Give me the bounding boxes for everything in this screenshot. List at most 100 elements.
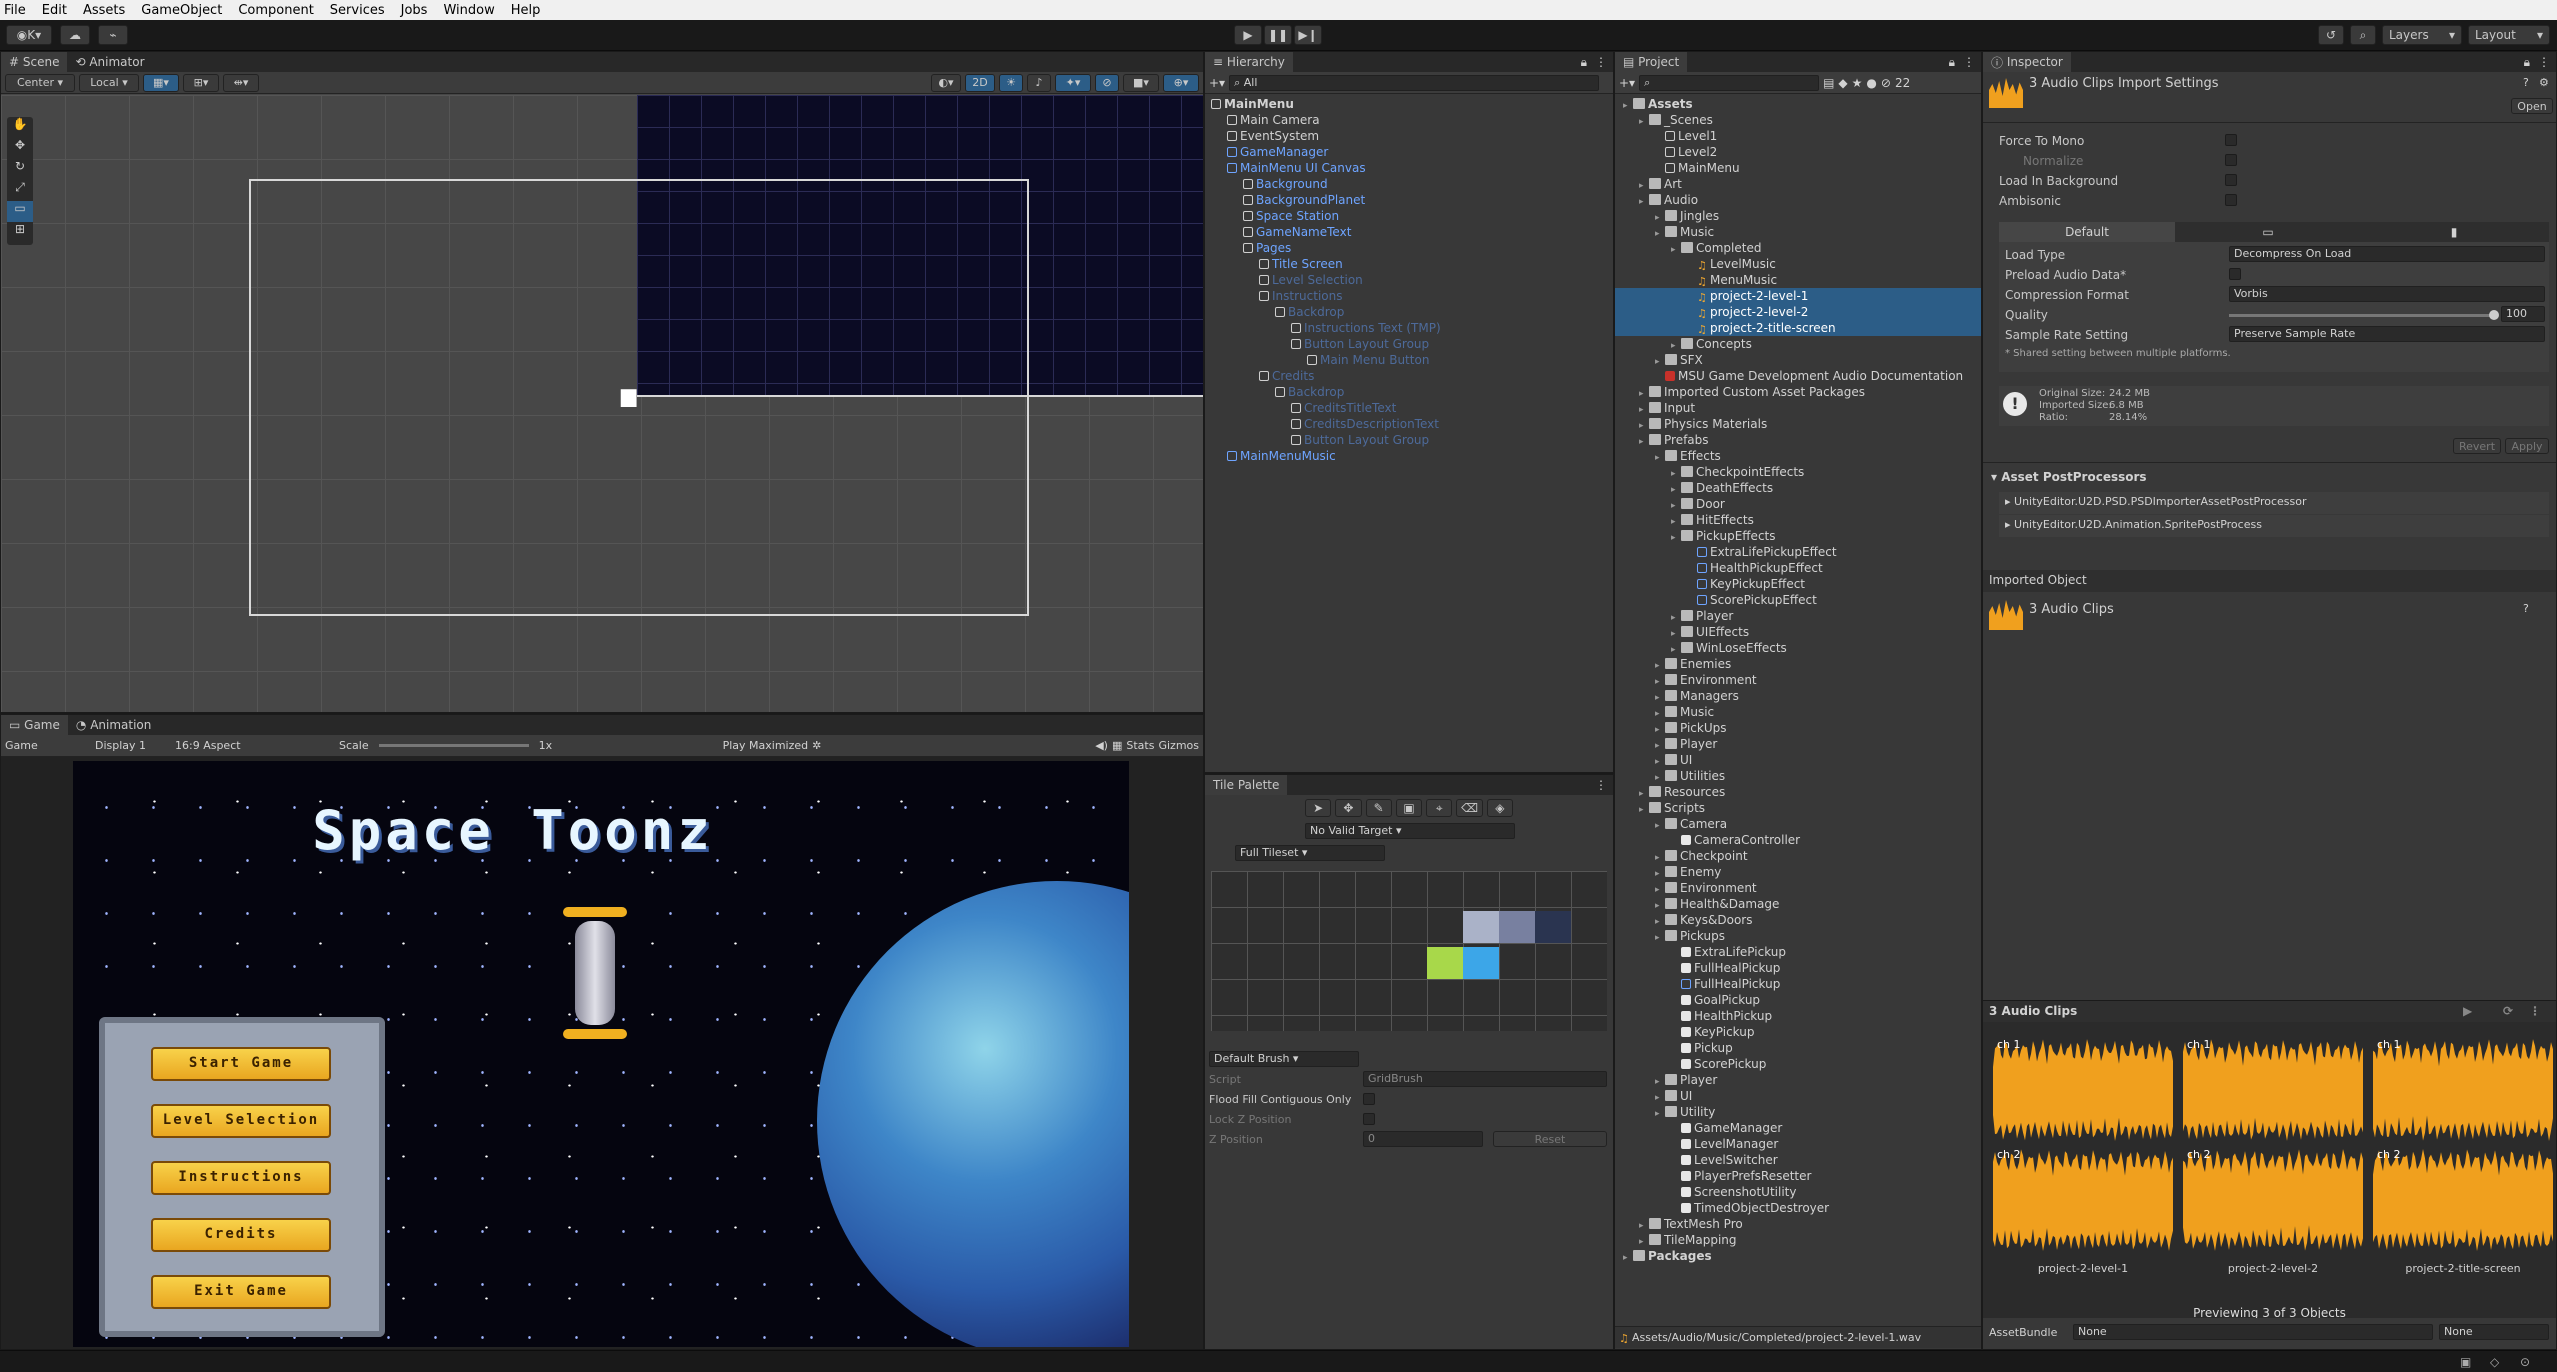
pause-button[interactable]: ❚❚ [1264,25,1292,45]
settings-icon[interactable]: ⚙ [2539,76,2549,89]
bug-icon[interactable]: ✲ [812,739,821,752]
project-item[interactable]: ▸ Art [1615,176,1981,192]
project-item[interactable]: GameManager [1615,1120,1981,1136]
hierarchy-item[interactable]: EventSystem [1227,128,1319,144]
tileset-dropdown[interactable]: Full Tileset ▾ [1235,845,1385,861]
quality-slider-thumb[interactable] [2489,310,2499,320]
menu-services[interactable]: Services [330,3,385,18]
normalize-checkbox[interactable] [2225,154,2237,166]
project-item[interactable]: ▸ Managers [1615,688,1981,704]
menu-help[interactable]: Help [511,3,541,18]
search-icon[interactable]: ⌕ [2350,25,2376,45]
project-item[interactable]: KeyPickupEffect [1615,576,1981,592]
project-item[interactable]: FullHealPickup [1615,960,1981,976]
picker-tool-icon[interactable]: ⌖ [1426,799,1453,817]
layers-dropdown[interactable]: Layers ▾ [2382,25,2462,45]
android-icon[interactable]: ▮ [2361,222,2547,242]
hierarchy-item[interactable]: Backdrop [1275,304,1344,320]
tab-tile-palette[interactable]: Tile Palette [1205,775,1288,795]
info-icon[interactable]: ● [1866,76,1876,90]
start-game-button[interactable]: Start Game [151,1047,331,1081]
hierarchy-item[interactable]: Pages [1243,240,1291,256]
project-item[interactable]: ▸ Concepts [1615,336,1981,352]
postprocessor-item[interactable]: ▸ UnityEditor.U2D.Animation.SpritePostPr… [1999,515,2549,537]
rect-tool-icon[interactable]: ▭ [7,201,33,222]
cloud-icon[interactable]: ☁ [60,25,90,45]
menu-file[interactable]: File [4,3,26,18]
variant-dropdown[interactable]: None [2439,1324,2549,1340]
tab-default-platform[interactable]: Default [1999,222,2175,242]
project-item[interactable]: ScorePickup [1615,1056,1981,1072]
scale-tool-icon[interactable]: ⤢ [7,180,33,201]
project-item[interactable]: ▸ Pickups [1615,928,1981,944]
project-item[interactable]: ScreenshotUtility [1615,1184,1981,1200]
toggle-2d-button[interactable]: 2D [965,73,995,92]
monitor-icon[interactable]: ▭ [2175,222,2361,242]
move-tool-icon[interactable]: ✥ [1335,799,1362,817]
more-menu-icon[interactable]: ⋮ [2529,1004,2541,1018]
quality-slider[interactable] [2229,310,2499,320]
project-item[interactable]: ▸ SFX [1615,352,1981,368]
hierarchy-item[interactable]: MainMenu [1211,96,1294,112]
audio-icon[interactable]: ♪ [1027,73,1051,92]
project-item[interactable]: PlayerPrefsResetter [1615,1168,1981,1184]
level-selection-button[interactable]: Level Selection [151,1104,331,1138]
project-item[interactable]: LevelManager [1615,1136,1981,1152]
hidden-icon[interactable]: ⊘ [1095,73,1119,92]
project-item[interactable]: ▸ Imported Custom Asset Packages [1615,384,1981,400]
lock-icon[interactable]: 🔒︎ [1581,55,1587,70]
project-item[interactable]: CameraController [1615,832,1981,848]
hierarchy-item[interactable]: Title Screen [1259,256,1343,272]
project-item[interactable]: ▸ Prefabs [1615,432,1981,448]
hierarchy-item[interactable]: Backdrop [1275,384,1344,400]
filter-label-icon[interactable]: ◆ [1838,76,1847,90]
tile-cell[interactable] [1535,911,1571,943]
project-item[interactable]: Level2 [1615,144,1981,160]
apply-button[interactable]: Apply [2505,438,2549,454]
open-button[interactable]: Open [2511,98,2553,114]
stats-icon[interactable]: ▦ [1112,739,1122,752]
load-in-background-checkbox[interactable] [2225,174,2237,186]
network-icon[interactable]: ◇ [2490,1355,2499,1369]
project-item[interactable]: ▸ Assets [1615,96,1981,112]
hierarchy-item[interactable]: Main Menu Button [1307,352,1429,368]
sample-rate-dropdown[interactable]: Preserve Sample Rate [2229,326,2545,342]
step-button[interactable]: ▶❙ [1294,25,1322,45]
increment-icon[interactable]: ⇹▾ [223,73,259,92]
expand-arrow-icon[interactable]: ▸ [1623,1250,1633,1266]
active-target-dropdown[interactable]: No Valid Target ▾ [1305,823,1515,839]
project-item[interactable]: ▸ Audio [1615,192,1981,208]
scale-slider[interactable] [378,744,529,747]
postprocessors-header[interactable]: ▾ Asset PostProcessors [1991,470,2147,484]
project-item[interactable]: ▸ TextMesh Pro [1615,1216,1981,1232]
hierarchy-item[interactable]: Instructions Text (TMP) [1291,320,1441,336]
eraser-tool-icon[interactable]: ⌫ [1456,799,1483,817]
project-item[interactable]: ▸ Scripts [1615,800,1981,816]
camera-gizmo-icon[interactable]: ▆ [621,383,653,407]
hierarchy-item[interactable]: Instructions [1259,288,1342,304]
move-tool-icon[interactable]: ✥ [7,138,33,159]
more-menu-icon[interactable]: ⋮ [1963,55,1975,69]
force-mono-checkbox[interactable] [2225,134,2237,146]
grid-snap-icon[interactable]: ▦▾ [143,73,179,92]
layout-dropdown[interactable]: Layout ▾ [2468,25,2550,45]
add-icon[interactable]: +▾ [1619,76,1635,90]
flood-fill-checkbox[interactable] [1363,1093,1375,1105]
help-icon[interactable]: ? [2523,602,2529,615]
project-item[interactable]: ▸ Physics Materials [1615,416,1981,432]
project-item[interactable]: ▸ HitEffects [1615,512,1981,528]
ambisonic-checkbox[interactable] [2225,194,2237,206]
project-item[interactable]: ▸ CheckpointEffects [1615,464,1981,480]
project-item[interactable]: ExtraLifePickupEffect [1615,544,1981,560]
fill-tool-icon[interactable]: ◈ [1486,799,1513,817]
help-icon[interactable]: ? [2523,76,2529,89]
hierarchy-item[interactable]: BackgroundPlanet [1243,192,1365,208]
project-item[interactable]: ▸ Environment [1615,672,1981,688]
tab-animation[interactable]: ◔ Animation [68,715,159,735]
hierarchy-item[interactable]: Button Layout Group [1291,336,1429,352]
project-item[interactable]: ▸ Enemy [1615,864,1981,880]
tab-inspector[interactable]: ⓘ Inspector [1983,52,2071,72]
postprocessor-item[interactable]: ▸ UnityEditor.U2D.PSD.PSDImporterAssetPo… [1999,492,2549,514]
add-icon[interactable]: +▾ [1209,76,1225,90]
game-mode-dropdown[interactable]: Game [5,739,91,752]
